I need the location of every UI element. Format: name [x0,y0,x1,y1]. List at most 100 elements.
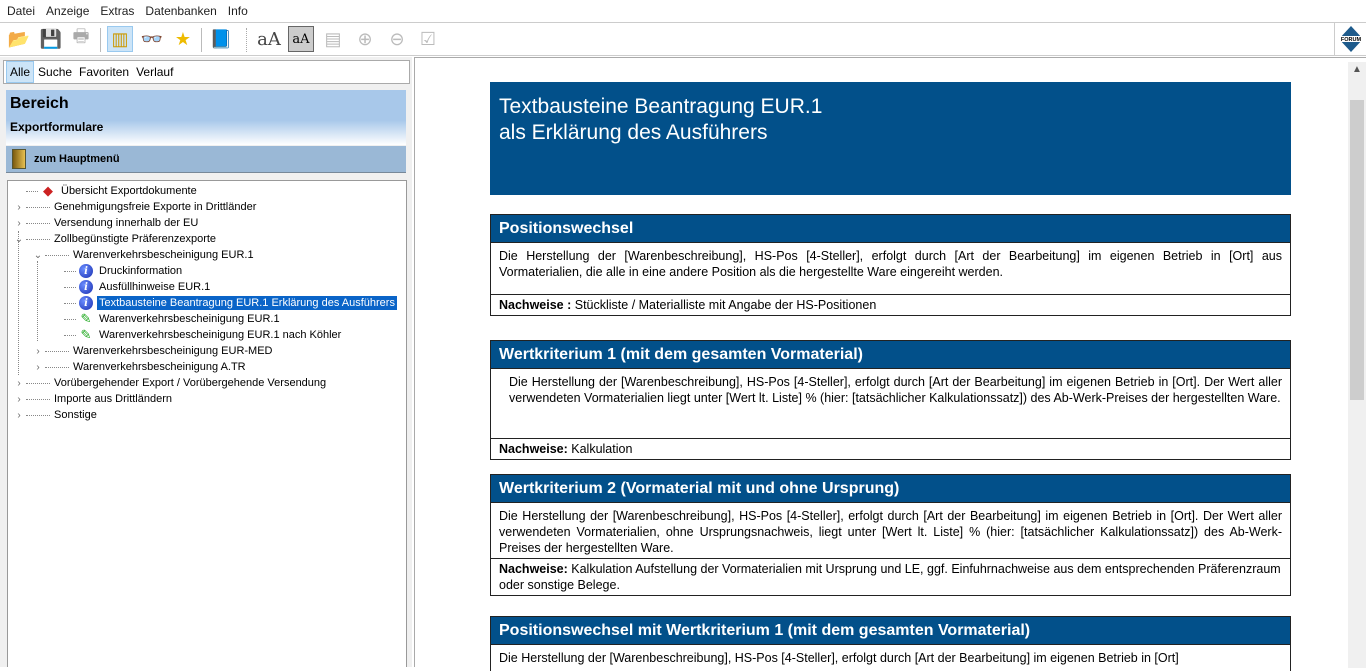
tree-item-label: Warenverkehrsbescheinigung EUR.1 [73,249,254,261]
tree-item-praeferenzexporte[interactable]: ⌄ Zollbegünstigte Präferenzexporte [14,231,218,247]
menu-anzeige[interactable]: Anzeige [41,0,95,20]
chevron-down-icon[interactable]: ⌄ [33,250,43,261]
tree-item-versendung-eu[interactable]: › Versendung innerhalb der EU [14,215,200,231]
chevron-right-icon[interactable]: › [33,362,43,373]
tree-connector [26,238,50,240]
scroll-up-icon[interactable]: ▲ [1348,64,1366,75]
tree-item-sonstige[interactable]: › Sonstige [14,407,99,423]
save-icon[interactable]: 💾 [38,26,64,52]
tree-item-label: Druckinformation [99,265,183,277]
tab-suche[interactable]: Suche [35,62,75,82]
section-wertkriterium-1: Wertkriterium 1 (mit dem gesamten Vormat… [490,340,1291,460]
section-heading: Wertkriterium 2 (Vormaterial mit und ohn… [491,475,1290,503]
tree-item-eur1-form[interactable]: ✎ Warenverkehrsbescheinigung EUR.1 [52,311,282,327]
menu-datenbanken[interactable]: Datenbanken [140,0,222,20]
menu-extras[interactable]: Extras [95,0,140,20]
tree-connector [64,286,76,288]
document-view: Textbausteine Beantragung EUR.1 als Erkl… [414,57,1366,671]
tree-item-label: Warenverkehrsbescheinigung EUR.1 nach Kö… [99,329,342,341]
section-body: Die Herstellung der [Warenbeschreibung],… [491,243,1290,295]
main-menu-button[interactable]: zum Hauptmenü [6,146,406,173]
page-icon[interactable]: ▤ [320,26,346,52]
tree-item-eur1-koehler[interactable]: ✎ Warenverkehrsbescheinigung EUR.1 nach K… [52,327,343,343]
menu-info[interactable]: Info [223,0,254,20]
zoom-in-icon[interactable]: ⊕ [352,26,378,52]
add-favorite-icon[interactable]: ★ [170,26,196,52]
document-title: Textbausteine Beantragung EUR.1 als Erkl… [490,82,1291,195]
tree-item-genehmigungsfrei[interactable]: › Genehmigungsfreie Exporte in Drittlände… [14,199,258,215]
tree-item-textbausteine[interactable]: i Textbausteine Beantragung EUR.1 Erkläru… [52,295,397,311]
svg-text:FORUM: FORUM [1340,37,1361,43]
tree-connector [64,270,76,272]
tree-connector [26,222,50,224]
nav-tabs: Alle Suche Favoriten Verlauf [3,60,410,84]
section-body: Die Herstellung der [Warenbeschreibung],… [491,503,1290,559]
binder-icon [12,149,26,169]
tree-connector [26,414,50,416]
font-larger-icon[interactable]: aA [256,26,282,52]
tree-item-druckinformation[interactable]: i Druckinformation [52,263,184,279]
section-evidence: Nachweise: Kalkulation [491,439,1290,459]
section-heading: Positionswechsel mit Wertkriterium 1 (mi… [491,617,1290,645]
tree-item-overview[interactable]: ◆ Übersicht Exportdokumente [14,183,199,199]
open-folder-icon[interactable]: 📂 [6,26,32,52]
tree-connector [64,318,76,320]
tree-item-label: Versendung innerhalb der EU [54,217,199,229]
info-icon: i [78,264,94,278]
tree-item-ausfuellhinweise[interactable]: i Ausfüllhinweise EUR.1 [52,279,212,295]
tree-item-label: Textbausteine Beantragung EUR.1 Erklärun… [97,296,397,310]
section-body: Die Herstellung der [Warenbeschreibung],… [491,369,1290,439]
print-icon[interactable]: 🖶 [68,26,94,52]
evidence-text: Stückliste / Materialliste mit Angabe de… [571,298,877,312]
tree-item-voruebergehend[interactable]: › Vorübergehender Export / Vorübergehende… [14,375,328,391]
tree-connector [45,366,69,368]
font-smaller-icon[interactable]: aA [288,26,314,52]
tree-item-label: Warenverkehrsbescheinigung EUR-MED [73,345,273,357]
book-icon[interactable]: 📘 [208,26,234,52]
evidence-text: Kalkulation [567,442,633,456]
tree-item-label: Vorübergehender Export / Vorübergehende … [54,377,327,389]
tree-item-atr[interactable]: › Warenverkehrsbescheinigung A.TR [33,359,248,375]
main-menu-label: zum Hauptmenü [34,153,120,165]
tree-guide-line [18,231,19,375]
tree-item-importe[interactable]: › Importe aus Drittländern [14,391,174,407]
tree-item-label: Warenverkehrsbescheinigung EUR.1 [99,313,280,325]
scrollbar-thumb[interactable] [1350,100,1364,400]
title-line-2: als Erklärung des Ausführers [499,121,768,144]
chevron-right-icon[interactable]: › [33,346,43,357]
tree-item-label: Warenverkehrsbescheinigung A.TR [73,361,246,373]
tab-alle[interactable]: Alle [6,61,35,83]
section-positionswechsel-wertkriterium-1: Positionswechsel mit Wertkriterium 1 (mi… [490,616,1291,671]
chevron-right-icon[interactable]: › [14,394,24,405]
section-evidence: Nachweise : Stückliste / Materialliste m… [491,295,1290,315]
tree-item-eur1-folder[interactable]: ⌄ Warenverkehrsbescheinigung EUR.1 [33,247,256,263]
chevron-right-icon[interactable]: › [14,410,24,421]
tree-item-label: Genehmigungsfreie Exporte in Drittländer [54,201,257,213]
evidence-label: Nachweise: [499,442,568,456]
vertical-scrollbar[interactable]: ▲ [1348,62,1366,668]
book-icon: ◆ [43,183,53,198]
chevron-right-icon[interactable]: › [14,202,24,213]
chevron-down-icon[interactable]: ⌄ [14,234,24,245]
tree-item-eur-med[interactable]: › Warenverkehrsbescheinigung EUR-MED [33,343,275,359]
tree-item-label: Zollbegünstigte Präferenzexporte [54,233,217,245]
tree-connector [45,350,69,352]
sidebar-toggle-icon[interactable]: ▥ [107,26,133,52]
binoculars-icon[interactable]: 👓 [139,26,165,52]
pen-icon: ✎ [80,327,92,342]
chevron-right-icon[interactable]: › [14,378,24,389]
chevron-right-icon[interactable]: › [14,218,24,229]
area-subtitle: Exportformulare [10,120,104,134]
checklist-icon[interactable]: ☑ [415,26,441,52]
tree-connector [64,302,76,304]
info-icon: i [78,296,94,310]
tree-connector [26,398,50,400]
tab-favoriten[interactable]: Favoriten [76,62,132,82]
tree-connector [26,206,50,208]
tree-item-label: Ausfüllhinweise EUR.1 [99,281,211,293]
menu-datei[interactable]: Datei [2,0,41,20]
tab-verlauf[interactable]: Verlauf [133,62,176,82]
zoom-out-icon[interactable]: ⊖ [384,26,410,52]
pen-icon: ✎ [80,311,92,326]
info-icon: i [78,280,94,294]
